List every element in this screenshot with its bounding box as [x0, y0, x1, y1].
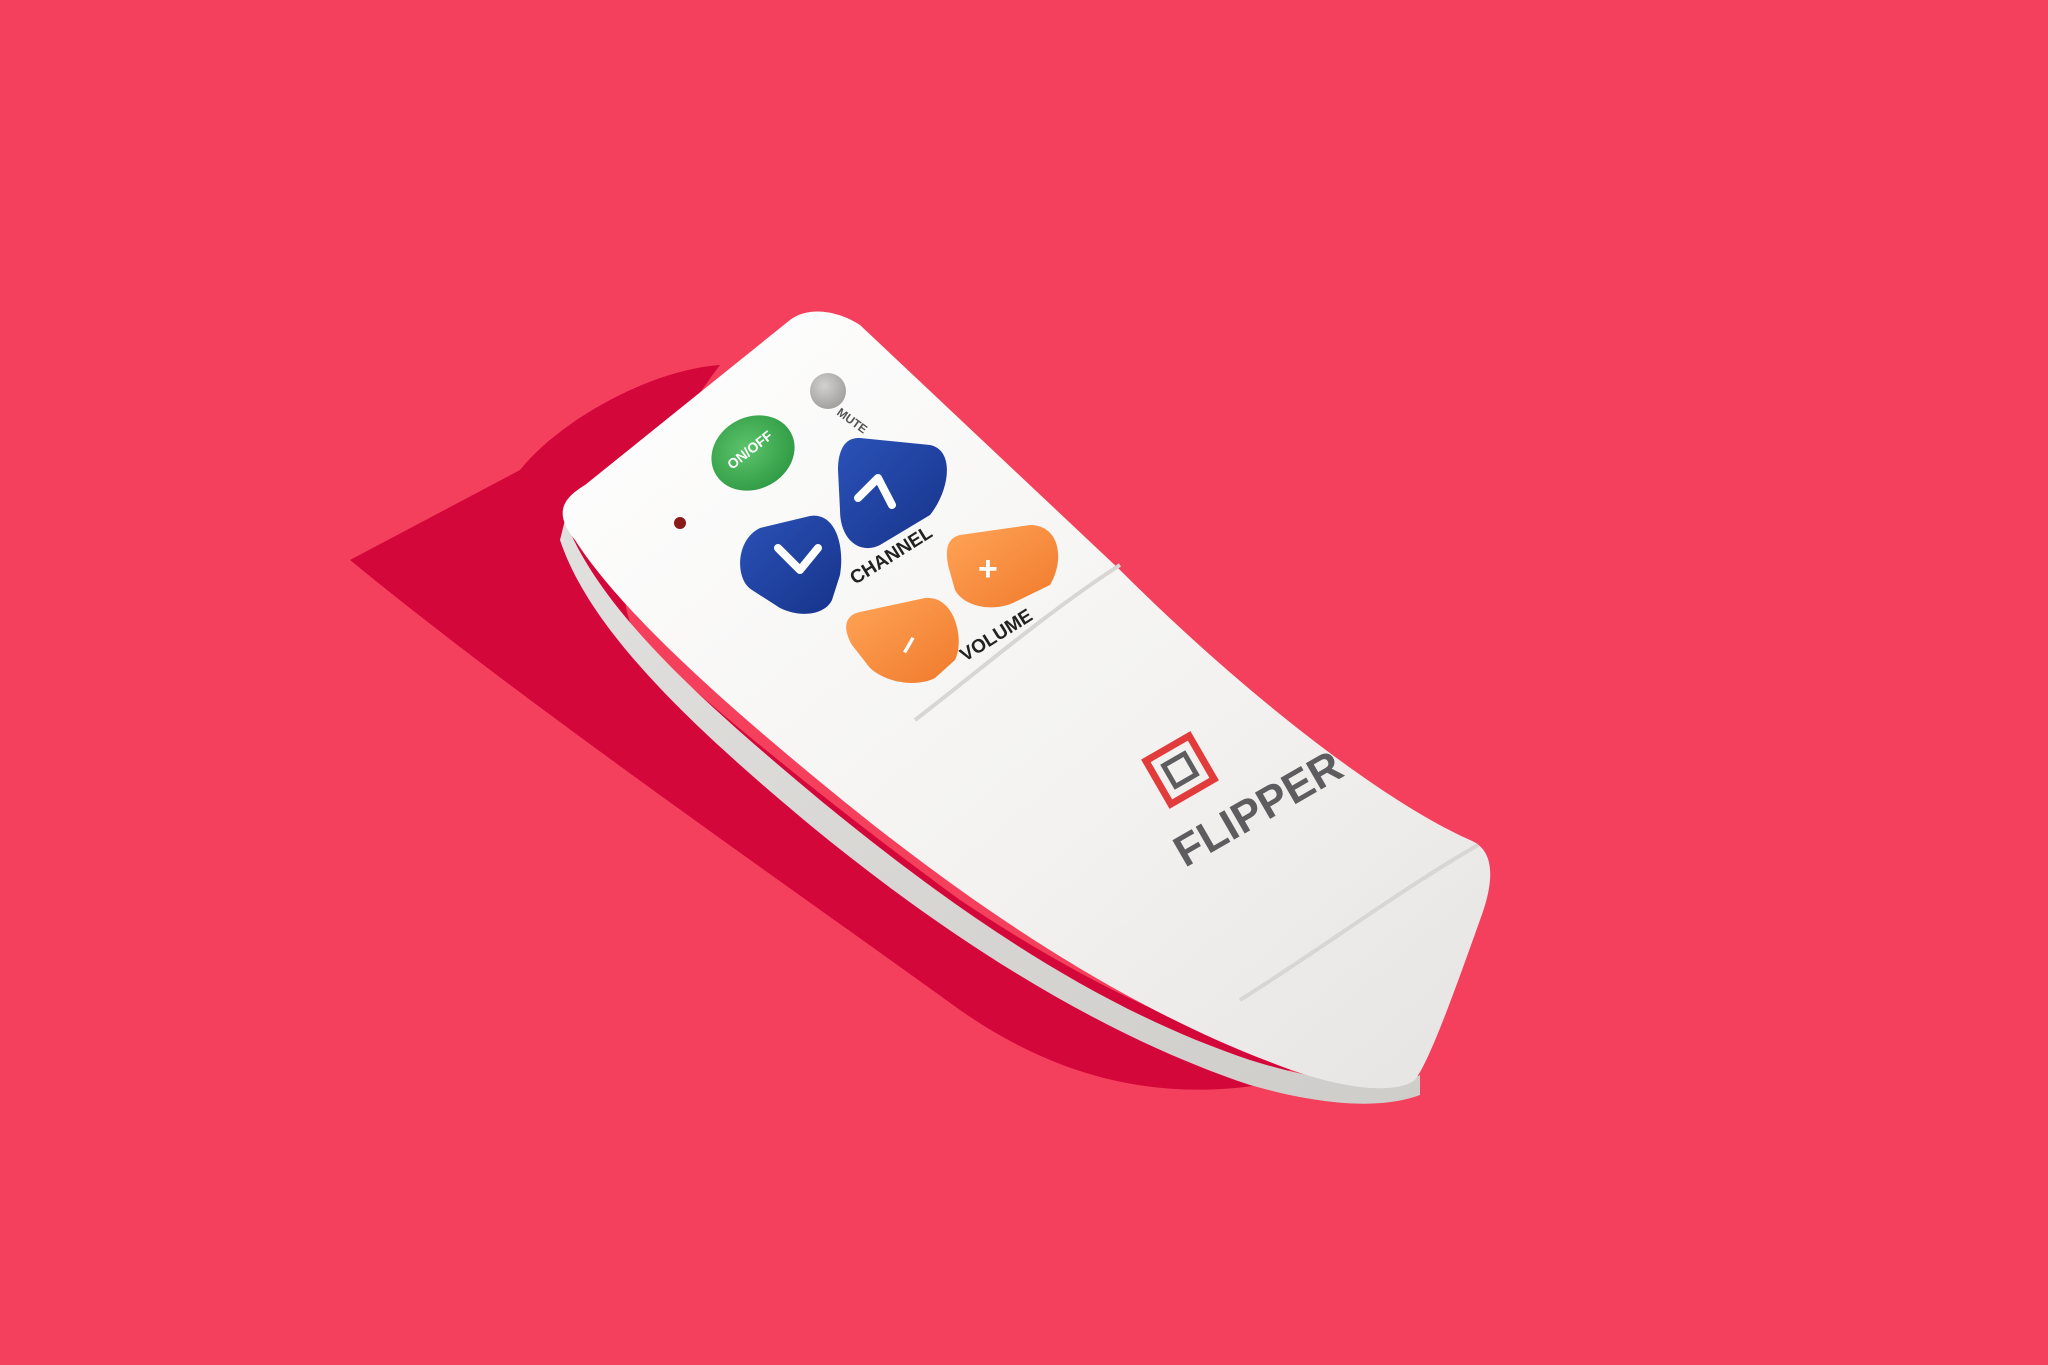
photo-canvas: MUTE ON/OFF CHANNEL + – VOLUME FLIPPER [0, 0, 2048, 1365]
ir-led [674, 517, 686, 529]
product-photo: MUTE ON/OFF CHANNEL + – VOLUME FLIPPER [0, 0, 2048, 1365]
mute-button[interactable] [810, 373, 846, 409]
volume-up-label: + [978, 550, 998, 588]
